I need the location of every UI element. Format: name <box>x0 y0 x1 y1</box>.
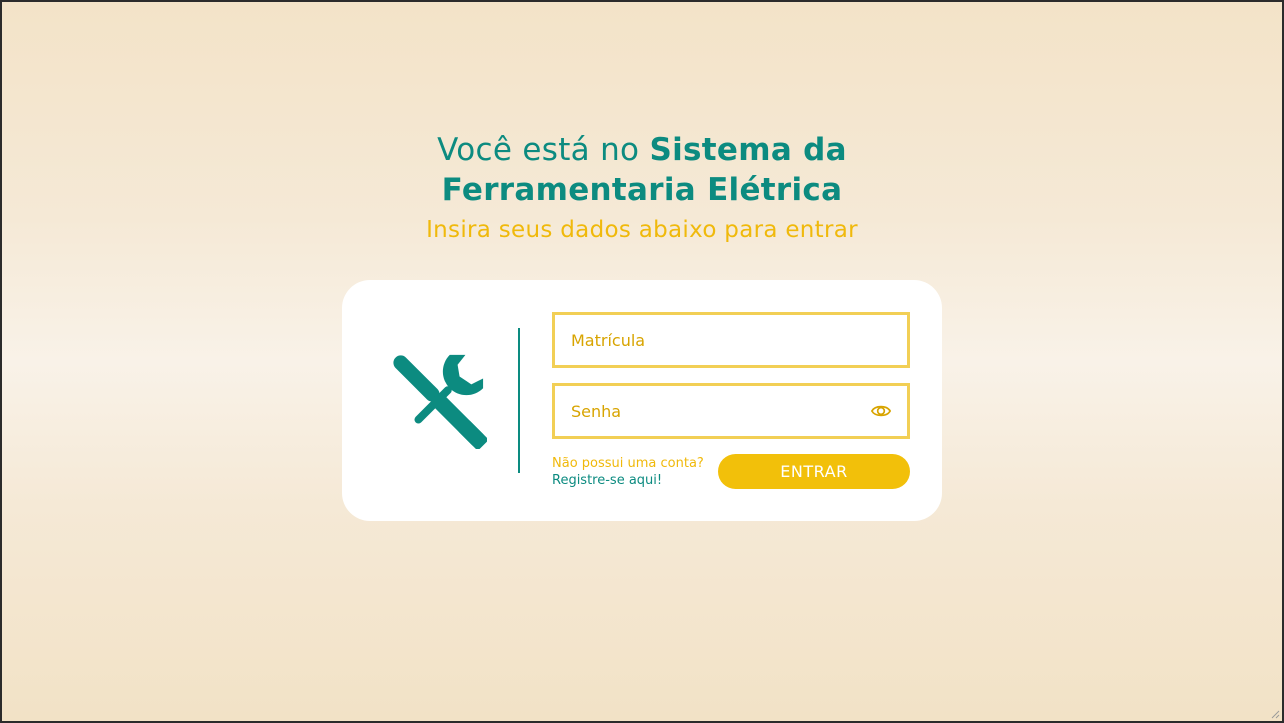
matricula-input[interactable] <box>555 315 861 365</box>
page-subtitle: Insira seus dados abaixo para entrar <box>426 217 858 243</box>
resize-grip-icon[interactable] <box>1270 709 1280 719</box>
matricula-field[interactable] <box>552 312 910 368</box>
login-card: Não possui uma conta? Registre-se aqui! … <box>342 280 942 521</box>
app-window: Você está no Sistema da Ferramentaria Elé… <box>0 0 1284 723</box>
tools-icon <box>393 354 487 449</box>
register-prompt: Não possui uma conta? Registre-se aqui! <box>552 455 704 489</box>
vertical-divider <box>518 328 520 473</box>
register-link[interactable]: Registre-se aqui! <box>552 472 704 489</box>
eye-icon[interactable] <box>871 402 891 420</box>
page-title: Você está no Sistema da Ferramentaria Elé… <box>2 130 1282 210</box>
register-question: Não possui uma conta? <box>552 456 704 471</box>
senha-field[interactable] <box>552 383 910 439</box>
entrar-button[interactable]: ENTRAR <box>718 454 910 489</box>
senha-input[interactable] <box>555 386 861 436</box>
title-prefix: Você está no <box>437 132 650 168</box>
